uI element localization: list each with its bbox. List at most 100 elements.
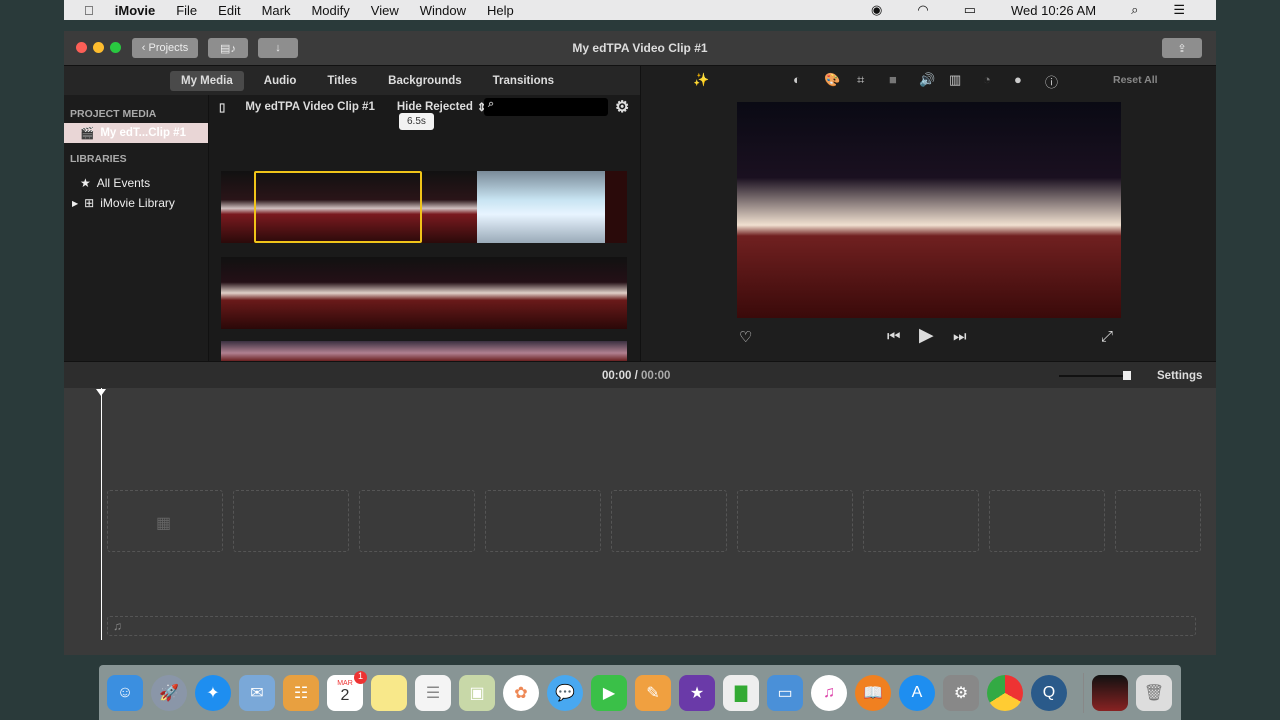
timeline: ▦ ♫ xyxy=(64,388,1216,655)
title-bar: ‹ Projects ▤♪ ↓ My edTPA Video Clip #1 ⇪ xyxy=(64,31,1216,66)
dock-app-store-icon[interactable]: A xyxy=(899,674,935,711)
dock-video-thumbnail[interactable] xyxy=(1092,674,1128,711)
timeline-placeholder xyxy=(611,490,727,552)
fullscreen-icon[interactable]: ⤢ xyxy=(1101,328,1113,345)
clip-thumbnail[interactable] xyxy=(605,171,627,243)
search-input[interactable]: ⌕ xyxy=(484,98,608,116)
info-icon[interactable]: ⓘ xyxy=(1045,72,1058,91)
menu-modify[interactable]: Modify xyxy=(311,3,349,18)
music-note-icon: ♫ xyxy=(113,619,122,633)
notification-icon[interactable]: ☰ xyxy=(1173,2,1185,18)
viewer: ✨ ◐ 🎨 ⌗ ■ 🔊 ▥ ◔ ● ⓘ Reset All ♡ ⏮ ▶ ⏭ ⤢ xyxy=(640,66,1216,361)
tab-backgrounds[interactable]: Backgrounds xyxy=(377,71,473,91)
dock-launchpad-icon[interactable]: 🚀 xyxy=(151,674,187,711)
color-balance-icon[interactable]: ◐ xyxy=(793,72,801,87)
volume-icon[interactable]: 🔊 xyxy=(919,72,935,88)
project-media-header: PROJECT MEDIA xyxy=(70,108,157,120)
current-time: 00:00 xyxy=(602,370,632,382)
play-icon[interactable]: ▶ xyxy=(919,324,934,347)
dock-finder-icon[interactable]: ☺ xyxy=(107,674,143,711)
clip-thumbnail[interactable] xyxy=(221,341,627,361)
dock-imovie-icon[interactable]: ★ xyxy=(679,674,715,711)
timeline-placeholder xyxy=(359,490,475,552)
tab-my-media[interactable]: My Media xyxy=(170,70,244,91)
imovie-library-label: iMovie Library xyxy=(100,196,175,210)
timeline-placeholder xyxy=(989,490,1105,552)
dock-system-preferences-icon[interactable]: ⚙ xyxy=(943,674,979,711)
clip-strip[interactable] xyxy=(221,341,627,361)
magic-wand-icon[interactable]: ✨ xyxy=(693,72,709,88)
tab-titles[interactable]: Titles xyxy=(316,71,368,91)
clip-thumbnail[interactable] xyxy=(221,257,627,329)
apple-menu-icon[interactable]:  xyxy=(84,3,94,18)
dock-notes-icon[interactable] xyxy=(371,674,407,711)
star-icon: ★ xyxy=(80,176,91,190)
dock-ibooks-icon[interactable]: 📖 xyxy=(855,674,891,711)
dock-chrome-icon[interactable] xyxy=(987,674,1023,711)
dock-photos-icon[interactable]: ✿ xyxy=(503,674,539,711)
clip-strip[interactable] xyxy=(221,257,627,329)
sidebar-toggle-icon[interactable]: ▯ xyxy=(219,100,225,114)
clock[interactable]: Wed 10:26 AM xyxy=(1011,3,1096,18)
share-icon[interactable]: ⇪ xyxy=(1162,38,1202,58)
menu-edit[interactable]: Edit xyxy=(218,3,240,18)
settings-button[interactable]: Settings xyxy=(1157,370,1202,382)
record-icon[interactable]: ◉ xyxy=(871,2,882,18)
dock-keynote-icon[interactable]: ▭ xyxy=(767,674,803,711)
disclosure-triangle-icon[interactable]: ▶ xyxy=(72,199,78,208)
dock-calendar-icon[interactable]: MAR 2 1 xyxy=(327,670,367,711)
favorite-heart-icon[interactable]: ♡ xyxy=(739,328,752,346)
clip-selection[interactable] xyxy=(254,171,422,243)
dock-mail-icon[interactable]: ✉ xyxy=(239,674,275,711)
stabilization-icon[interactable]: ■ xyxy=(889,72,897,87)
menu-bar:  iMovie File Edit Mark Modify View Wind… xyxy=(64,0,1216,20)
sidebar-item-project[interactable]: 🎬 My edT...Clip #1 xyxy=(64,123,208,143)
spotlight-icon[interactable]: ⌕ xyxy=(1131,2,1138,18)
total-time: 00:00 xyxy=(641,370,671,382)
speed-icon[interactable]: ◔ xyxy=(983,72,991,87)
dock-preview-icon[interactable]: ▣ xyxy=(459,674,495,711)
menu-file[interactable]: File xyxy=(176,3,197,18)
calendar-badge: 1 xyxy=(354,670,367,684)
tab-audio[interactable]: Audio xyxy=(253,71,308,91)
clip-thumbnail[interactable] xyxy=(477,171,605,243)
sidebar-item-imovie-library[interactable]: ▶ ⊞ iMovie Library xyxy=(64,193,208,213)
menu-mark[interactable]: Mark xyxy=(262,3,291,18)
menu-app[interactable]: iMovie xyxy=(115,3,155,18)
battery-icon[interactable]: ▭ xyxy=(964,2,976,18)
menu-help[interactable]: Help xyxy=(487,3,514,18)
skip-back-icon[interactable]: ⏮ xyxy=(887,328,901,345)
zoom-slider-thumb[interactable] xyxy=(1123,371,1131,380)
equalizer-icon[interactable]: ▥ xyxy=(949,72,961,88)
dock-contacts-icon[interactable]: ☷ xyxy=(283,674,319,711)
imovie-window: ‹ Projects ▤♪ ↓ My edTPA Video Clip #1 ⇪… xyxy=(64,31,1216,655)
dock-quicktime-icon[interactable]: Q xyxy=(1031,674,1067,711)
zoom-slider[interactable] xyxy=(1059,371,1131,380)
film-icon: ▦ xyxy=(156,515,172,532)
dock-trash-icon[interactable]: 🗑 xyxy=(1136,674,1172,711)
menu-window[interactable]: Window xyxy=(420,3,466,18)
playhead[interactable] xyxy=(101,388,102,640)
calendar-day: 2 xyxy=(340,687,350,704)
dock: ☺ 🚀 ✦ ✉ ☷ MAR 2 1 ☰ ▣ ✿ 💬 ▶ ✎ ★ ▇ ▭ ♫ 📖 A … xyxy=(99,665,1181,720)
crop-icon[interactable]: ⌗ xyxy=(857,72,864,88)
skip-forward-icon[interactable]: ⏭ xyxy=(953,328,967,345)
dock-itunes-icon[interactable]: ♫ xyxy=(811,674,847,711)
playhead-handle[interactable] xyxy=(96,389,106,401)
dock-pages-icon[interactable]: ✎ xyxy=(635,674,671,711)
hide-rejected-select[interactable]: Hide Rejected xyxy=(397,101,473,113)
filter-icon[interactable]: ● xyxy=(1014,72,1022,87)
gear-icon[interactable]: ⚙ xyxy=(615,97,629,117)
menu-view[interactable]: View xyxy=(371,3,399,18)
dock-safari-icon[interactable]: ✦ xyxy=(195,674,231,711)
color-palette-icon[interactable]: 🎨 xyxy=(824,72,840,88)
sidebar-item-all-events[interactable]: ★ All Events xyxy=(64,173,208,193)
tab-transitions[interactable]: Transitions xyxy=(482,71,565,91)
dock-numbers-icon[interactable]: ▇ xyxy=(723,674,759,711)
video-preview xyxy=(737,102,1121,318)
dock-reminders-icon[interactable]: ☰ xyxy=(415,674,451,711)
dock-messages-icon[interactable]: 💬 xyxy=(547,674,583,711)
reset-all-button[interactable]: Reset All xyxy=(1113,74,1158,86)
dock-facetime-icon[interactable]: ▶ xyxy=(591,674,627,711)
wifi-icon[interactable]: ◠ xyxy=(917,2,928,18)
